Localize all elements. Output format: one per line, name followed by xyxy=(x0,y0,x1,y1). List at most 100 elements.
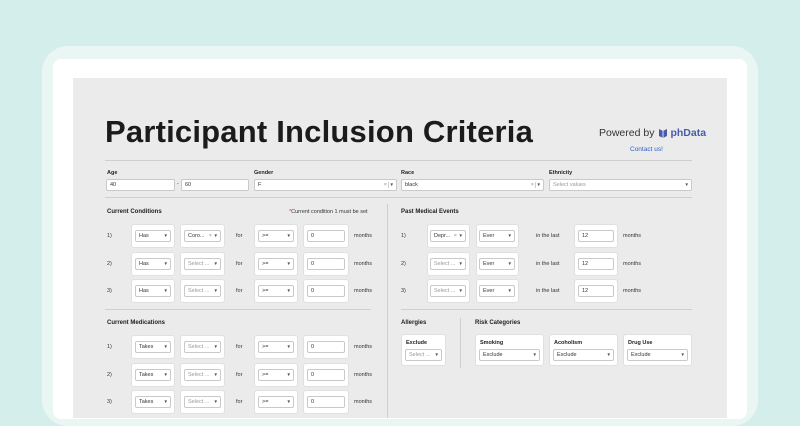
operator-select[interactable]: >= ▼ xyxy=(258,341,294,353)
condition-select[interactable]: Select ... ▼ xyxy=(184,285,221,297)
months-label: months xyxy=(354,372,373,378)
has-select[interactable]: Has ▼ xyxy=(135,285,171,297)
select-value: Ever xyxy=(483,233,495,239)
ever-select[interactable]: Ever ▼ xyxy=(479,258,515,270)
select-value: Takes xyxy=(139,344,154,350)
caret-down-icon: ▼ xyxy=(286,372,291,377)
select-value: 0 xyxy=(311,233,315,239)
select-value: F xyxy=(258,182,262,188)
for-label: for xyxy=(236,261,243,267)
event-select[interactable]: Select ... ▼ xyxy=(430,285,466,297)
select-value: Select ... xyxy=(409,352,431,358)
caret-down-icon: ▼ xyxy=(286,261,291,266)
clear-x-icon[interactable]: × xyxy=(384,180,387,190)
age-min-input[interactable]: 40 xyxy=(106,179,175,191)
select-value: >= xyxy=(262,399,269,405)
months-label: months xyxy=(354,288,373,294)
medication-select[interactable]: Select ... ▼ xyxy=(184,369,221,381)
race-select[interactable]: black × ▼ xyxy=(401,179,544,191)
select-value: Ever xyxy=(483,288,495,294)
filters-divider xyxy=(105,197,692,198)
page-title: Participant Inclusion Criteria xyxy=(105,114,534,149)
medication-select[interactable]: Select ... ▼ xyxy=(184,341,221,353)
event-select[interactable]: Select ... ▼ xyxy=(430,258,466,270)
ethnicity-select[interactable]: Select values ▼ xyxy=(549,179,692,191)
contact-link[interactable]: Contact us! xyxy=(630,146,663,153)
age-label: Age xyxy=(107,170,118,176)
duration-input[interactable]: 0 xyxy=(307,341,345,353)
duration-input[interactable]: 0 xyxy=(307,396,345,408)
operator-select[interactable]: >= ▼ xyxy=(258,258,294,270)
operator-select[interactable]: >= ▼ xyxy=(258,285,294,297)
operator-select[interactable]: >= ▼ xyxy=(258,396,294,408)
row-number: 3) xyxy=(107,399,112,405)
caret-down-icon: ▼ xyxy=(458,261,463,266)
ethnicity-label: Ethnicity xyxy=(549,170,573,176)
has-select[interactable]: Has ▼ xyxy=(135,230,171,242)
select-value: 40 xyxy=(110,182,117,188)
operator-select[interactable]: >= ▼ xyxy=(258,369,294,381)
takes-select[interactable]: Takes ▼ xyxy=(135,396,171,408)
for-label: for xyxy=(236,233,243,239)
caret-down-icon: ▼ xyxy=(286,288,291,293)
duration-input[interactable]: 0 xyxy=(307,258,345,270)
clear-x-icon[interactable]: × xyxy=(531,180,534,190)
clear-x-icon[interactable]: × xyxy=(209,231,212,241)
current-conditions-title: Current Conditions xyxy=(107,209,162,215)
select-value: Select ... xyxy=(188,288,210,294)
caret-down-icon: ▼ xyxy=(163,372,168,377)
has-select[interactable]: Has ▼ xyxy=(135,258,171,270)
select-value: 0 xyxy=(311,344,315,350)
alcoholism-select[interactable]: Exclude ▼ xyxy=(553,349,614,361)
allergies-select[interactable]: Select ... ▼ xyxy=(405,349,442,361)
takes-select[interactable]: Takes ▼ xyxy=(135,341,171,353)
row-number: 2) xyxy=(107,372,112,378)
operator-select[interactable]: >= ▼ xyxy=(258,230,294,242)
smoking-label: Smoking xyxy=(480,340,504,346)
powered-by: Powered by phData xyxy=(599,127,706,139)
brand-logo: phData xyxy=(658,127,706,139)
select-value: Has xyxy=(139,261,149,267)
select-value: Has xyxy=(139,288,149,294)
smoking-select[interactable]: Exclude ▼ xyxy=(479,349,540,361)
column-divider xyxy=(387,204,388,418)
caret-down-icon: ▼ xyxy=(606,352,611,357)
condition-select[interactable]: Select ... ▼ xyxy=(184,258,221,270)
period-input[interactable]: 12 xyxy=(578,285,614,297)
ever-select[interactable]: Ever ▼ xyxy=(479,285,515,297)
months-label: months xyxy=(354,399,373,405)
duration-input[interactable]: 0 xyxy=(307,285,345,297)
caret-down-icon: ▼ xyxy=(163,261,168,266)
select-value: 0 xyxy=(311,372,315,378)
condition-select[interactable]: Coro... × ▼ xyxy=(184,230,221,242)
period-input[interactable]: 12 xyxy=(578,230,614,242)
select-value: >= xyxy=(262,372,269,378)
ever-select[interactable]: Ever ▼ xyxy=(479,230,515,242)
caret-down-icon: ▼ xyxy=(458,288,463,293)
select-value: 60 xyxy=(185,182,192,188)
clear-x-icon[interactable]: × xyxy=(454,231,457,241)
period-input[interactable]: 12 xyxy=(578,258,614,270)
allergies-title: Allergies xyxy=(401,320,427,326)
gender-select[interactable]: F × ▼ xyxy=(254,179,397,191)
for-label: for xyxy=(236,372,243,378)
caret-down-icon: ▼ xyxy=(507,233,512,238)
select-value: black xyxy=(405,182,418,188)
months-label: months xyxy=(623,233,642,239)
months-label: months xyxy=(354,261,373,267)
medication-select[interactable]: Select ... ▼ xyxy=(184,396,221,408)
duration-input[interactable]: 0 xyxy=(307,230,345,242)
for-label: for xyxy=(236,344,243,350)
drug-use-select[interactable]: Exclude ▼ xyxy=(627,349,688,361)
conditions-required-note: *Current condition 1 must be set xyxy=(289,209,368,215)
row-number: 2) xyxy=(401,261,406,267)
age-max-input[interactable]: 60 xyxy=(181,179,249,191)
select-value: 12 xyxy=(582,261,589,267)
select-value: Has xyxy=(139,233,149,239)
caret-down-icon: ▼ xyxy=(213,233,218,238)
duration-input[interactable]: 0 xyxy=(307,369,345,381)
caret-down-icon: ▼ xyxy=(507,261,512,266)
takes-select[interactable]: Takes ▼ xyxy=(135,369,171,381)
event-select[interactable]: Depr... × ▼ xyxy=(430,230,466,242)
caret-down-icon: ▼ xyxy=(213,344,218,349)
